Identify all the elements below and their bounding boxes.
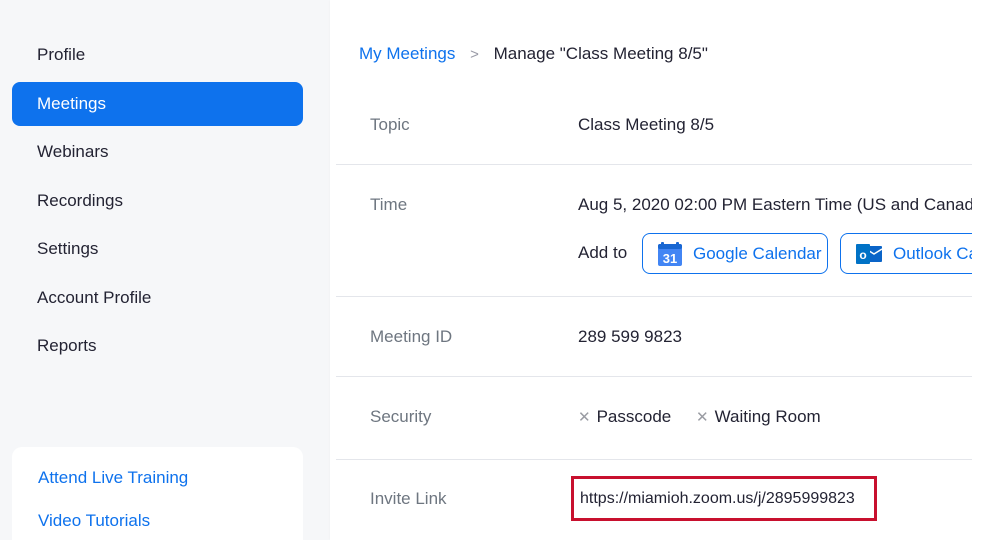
divider xyxy=(336,376,972,377)
divider xyxy=(336,459,972,460)
help-links-panel: Attend Live Training Video Tutorials xyxy=(12,447,303,540)
sidebar-item-meetings[interactable]: Meetings xyxy=(12,82,303,126)
meeting-id-value: 289 599 9823 xyxy=(578,327,682,346)
topic-label: Topic xyxy=(370,115,410,134)
sidebar-item-reports[interactable]: Reports xyxy=(12,324,303,368)
sidebar-item-settings[interactable]: Settings xyxy=(12,227,303,271)
security-option-passcode: ✕ Passcode xyxy=(578,407,672,426)
meeting-id-label: Meeting ID xyxy=(370,327,453,346)
sidebar: Profile Meetings Webinars Recordings Set… xyxy=(0,0,330,540)
outlook-icon: o xyxy=(856,243,883,264)
outlook-calendar-button[interactable]: o Outlook Calendar xyxy=(840,233,972,274)
sidebar-item-account-profile[interactable]: Account Profile xyxy=(12,276,303,320)
time-value: Aug 5, 2020 02:00 PM Eastern Time (US an… xyxy=(578,195,972,214)
divider xyxy=(336,164,972,165)
invite-link-value[interactable]: https://miamioh.zoom.us/j/2895999823 xyxy=(580,490,855,508)
page-margin-bottom xyxy=(0,540,1000,560)
topic-value: Class Meeting 8/5 xyxy=(578,115,715,134)
breadcrumb-my-meetings-link[interactable]: My Meetings xyxy=(359,44,455,63)
google-calendar-button[interactable]: 31 Google Calendar xyxy=(642,233,828,274)
invite-link-label: Invite Link xyxy=(370,489,447,508)
breadcrumb: My Meetings > Manage "Class Meeting 8/5" xyxy=(359,44,708,64)
invite-link-highlight: https://miamioh.zoom.us/j/2895999823 xyxy=(571,476,877,521)
divider xyxy=(336,296,972,297)
svg-text:o: o xyxy=(859,248,866,262)
google-calendar-icon: 31 xyxy=(658,241,682,266)
breadcrumb-current: Manage "Class Meeting 8/5" xyxy=(493,44,708,63)
x-icon: ✕ xyxy=(578,409,591,426)
google-calendar-label: Google Calendar xyxy=(693,243,822,263)
attend-live-training-link[interactable]: Attend Live Training xyxy=(38,468,188,488)
svg-text:31: 31 xyxy=(663,251,677,266)
security-option-waiting-room: ✕ Waiting Room xyxy=(696,407,821,426)
breadcrumb-separator: > xyxy=(470,46,479,63)
security-label: Security xyxy=(370,407,432,426)
x-icon: ✕ xyxy=(696,409,709,426)
sidebar-item-webinars[interactable]: Webinars xyxy=(12,130,303,174)
meeting-detail-panel: My Meetings > Manage "Class Meeting 8/5"… xyxy=(330,0,972,540)
sidebar-item-recordings[interactable]: Recordings xyxy=(12,179,303,223)
video-tutorials-link[interactable]: Video Tutorials xyxy=(38,511,150,531)
time-label: Time xyxy=(370,195,408,214)
sidebar-item-profile[interactable]: Profile xyxy=(12,33,303,77)
outlook-calendar-label: Outlook Calendar xyxy=(893,243,972,263)
add-to-label: Add to xyxy=(578,243,628,262)
page-margin-right xyxy=(972,0,1000,560)
